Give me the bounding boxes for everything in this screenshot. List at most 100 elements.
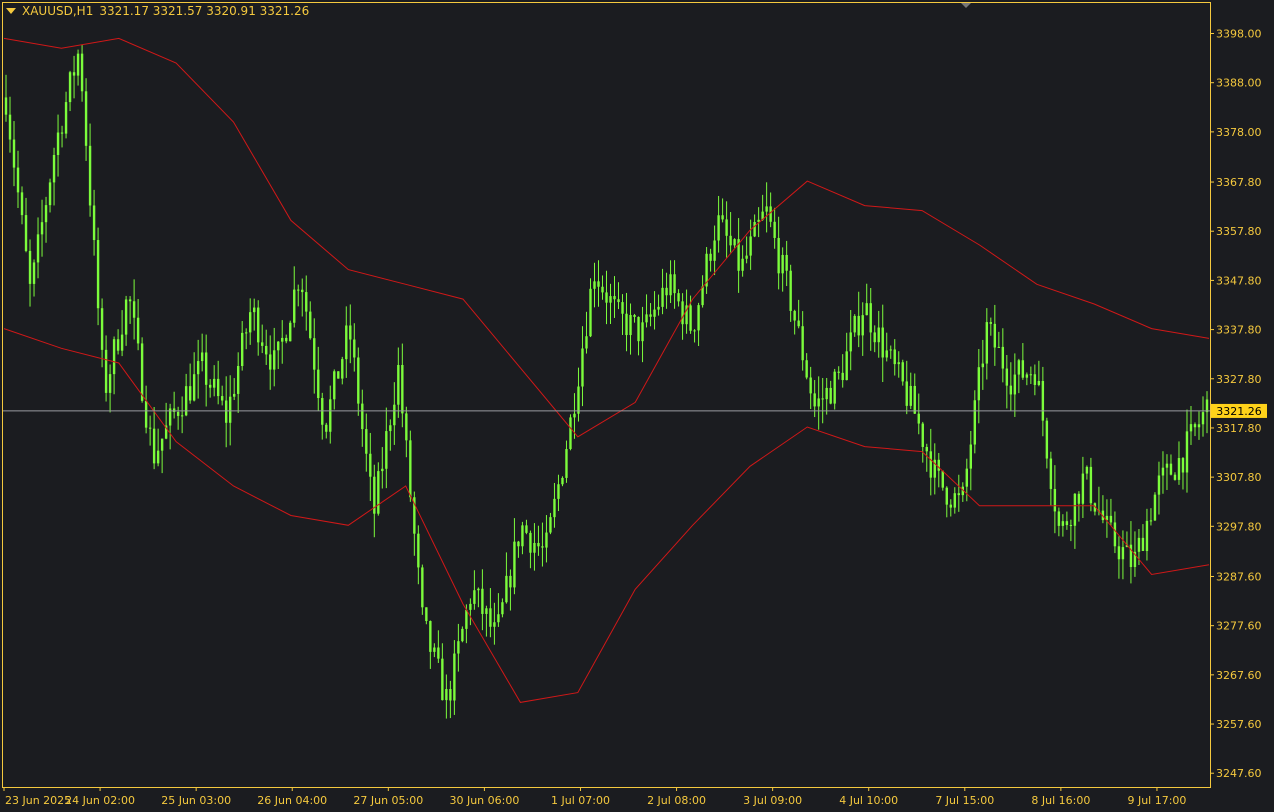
candle: [849, 310, 852, 371]
candle: [385, 407, 388, 489]
candle: [353, 323, 356, 372]
candle-body: [265, 345, 268, 355]
candle: [48, 178, 52, 213]
candle-body: [461, 628, 464, 642]
candle-body: [649, 314, 652, 317]
x-tick-label: 8 Jul 16:00: [1031, 794, 1090, 807]
candle: [545, 515, 548, 563]
candle: [1105, 499, 1109, 538]
candle-body: [621, 302, 624, 314]
candle: [925, 443, 928, 472]
dropdown-triangle-icon[interactable]: [6, 8, 16, 14]
candle-body: [725, 219, 728, 236]
candle: [801, 311, 804, 371]
candle: [401, 343, 404, 428]
candle: [457, 623, 460, 672]
price-chart[interactable]: 3398.00 3388.00 3378.00 3367.80 3357.80 3347.…: [0, 0, 1274, 812]
candle-body: [541, 546, 544, 548]
candle-body: [641, 322, 644, 342]
candle-body: [557, 484, 560, 499]
candle: [769, 192, 772, 228]
candle: [240, 321, 244, 371]
candle-body: [669, 274, 672, 296]
candle-body: [997, 346, 1001, 348]
candle-body: [593, 281, 596, 289]
candle-body: [309, 311, 312, 339]
x-tick-label: 1 Jul 07:00: [551, 794, 610, 807]
candle: [701, 275, 704, 308]
candle-body: [1201, 412, 1205, 425]
candle: [581, 326, 584, 407]
candle: [521, 521, 524, 555]
candle: [1085, 465, 1089, 480]
candle-body: [817, 398, 820, 407]
candle-body: [301, 289, 304, 293]
candle-body: [1005, 368, 1009, 386]
candle: [1001, 328, 1005, 383]
candle-body: [809, 377, 812, 394]
scroll-marker-icon[interactable]: [961, 3, 971, 8]
candle-body: [937, 459, 940, 471]
candle-body: [893, 349, 896, 365]
candle-body: [1173, 474, 1177, 480]
candle-body: [1001, 346, 1005, 369]
candle-body: [369, 453, 372, 477]
candle-body: [232, 393, 236, 397]
candle-body: [573, 413, 576, 418]
candle-body: [601, 286, 604, 293]
candle-body: [148, 427, 152, 429]
candle: [781, 247, 784, 292]
candle: [933, 443, 936, 495]
candle: [673, 260, 676, 309]
candle: [1077, 491, 1081, 522]
x-tick-label: 24 Jun 02:00: [65, 794, 135, 807]
candle-body: [833, 371, 836, 404]
candle: [8, 96, 12, 153]
candle-body: [48, 182, 52, 206]
x-tick-label: 25 Jun 03:00: [161, 794, 231, 807]
candle-body: [200, 352, 204, 362]
candle: [549, 512, 552, 535]
candle: [833, 368, 836, 410]
candle: [36, 217, 40, 279]
candle-body: [545, 532, 548, 548]
candle: [64, 91, 68, 139]
time-axis[interactable]: 23 Jun 202524 Jun 02:00 25 Jun 03:00 26 Ju…: [3, 787, 1186, 807]
candle: [1101, 495, 1105, 524]
candle: [505, 552, 508, 604]
candle: [601, 275, 604, 300]
candle-body: [1181, 458, 1185, 473]
candles-layer: [4, 44, 1209, 719]
candle-body: [212, 378, 216, 388]
candle-body: [1065, 521, 1069, 526]
candle: [305, 275, 308, 331]
candle: [525, 519, 528, 535]
candle: [973, 390, 977, 454]
candle: [957, 474, 960, 512]
candle: [1065, 511, 1069, 530]
candle-body: [445, 689, 448, 701]
candle-body: [1185, 431, 1189, 473]
candle: [228, 375, 232, 446]
candle-body: [769, 206, 772, 222]
candle: [1161, 451, 1165, 494]
candle-body: [957, 493, 960, 496]
candle: [1061, 514, 1065, 537]
candle: [1013, 353, 1017, 417]
candle: [589, 278, 592, 338]
candle: [789, 264, 792, 322]
candle: [60, 125, 64, 148]
candle: [136, 299, 140, 351]
candle: [321, 392, 324, 440]
candle-body: [921, 423, 924, 447]
candle: [120, 310, 124, 357]
upper-band-line: [3, 37, 1210, 438]
candle: [693, 329, 696, 343]
candle-body: [136, 317, 140, 344]
candle: [1181, 457, 1185, 490]
candle-body: [1013, 374, 1017, 395]
price-axis[interactable]: 3398.00 3388.00 3378.00 3367.80 3357.80 3347.…: [1210, 28, 1262, 781]
candle-body: [1197, 424, 1201, 428]
candle-body: [729, 235, 732, 246]
candle: [393, 382, 396, 445]
